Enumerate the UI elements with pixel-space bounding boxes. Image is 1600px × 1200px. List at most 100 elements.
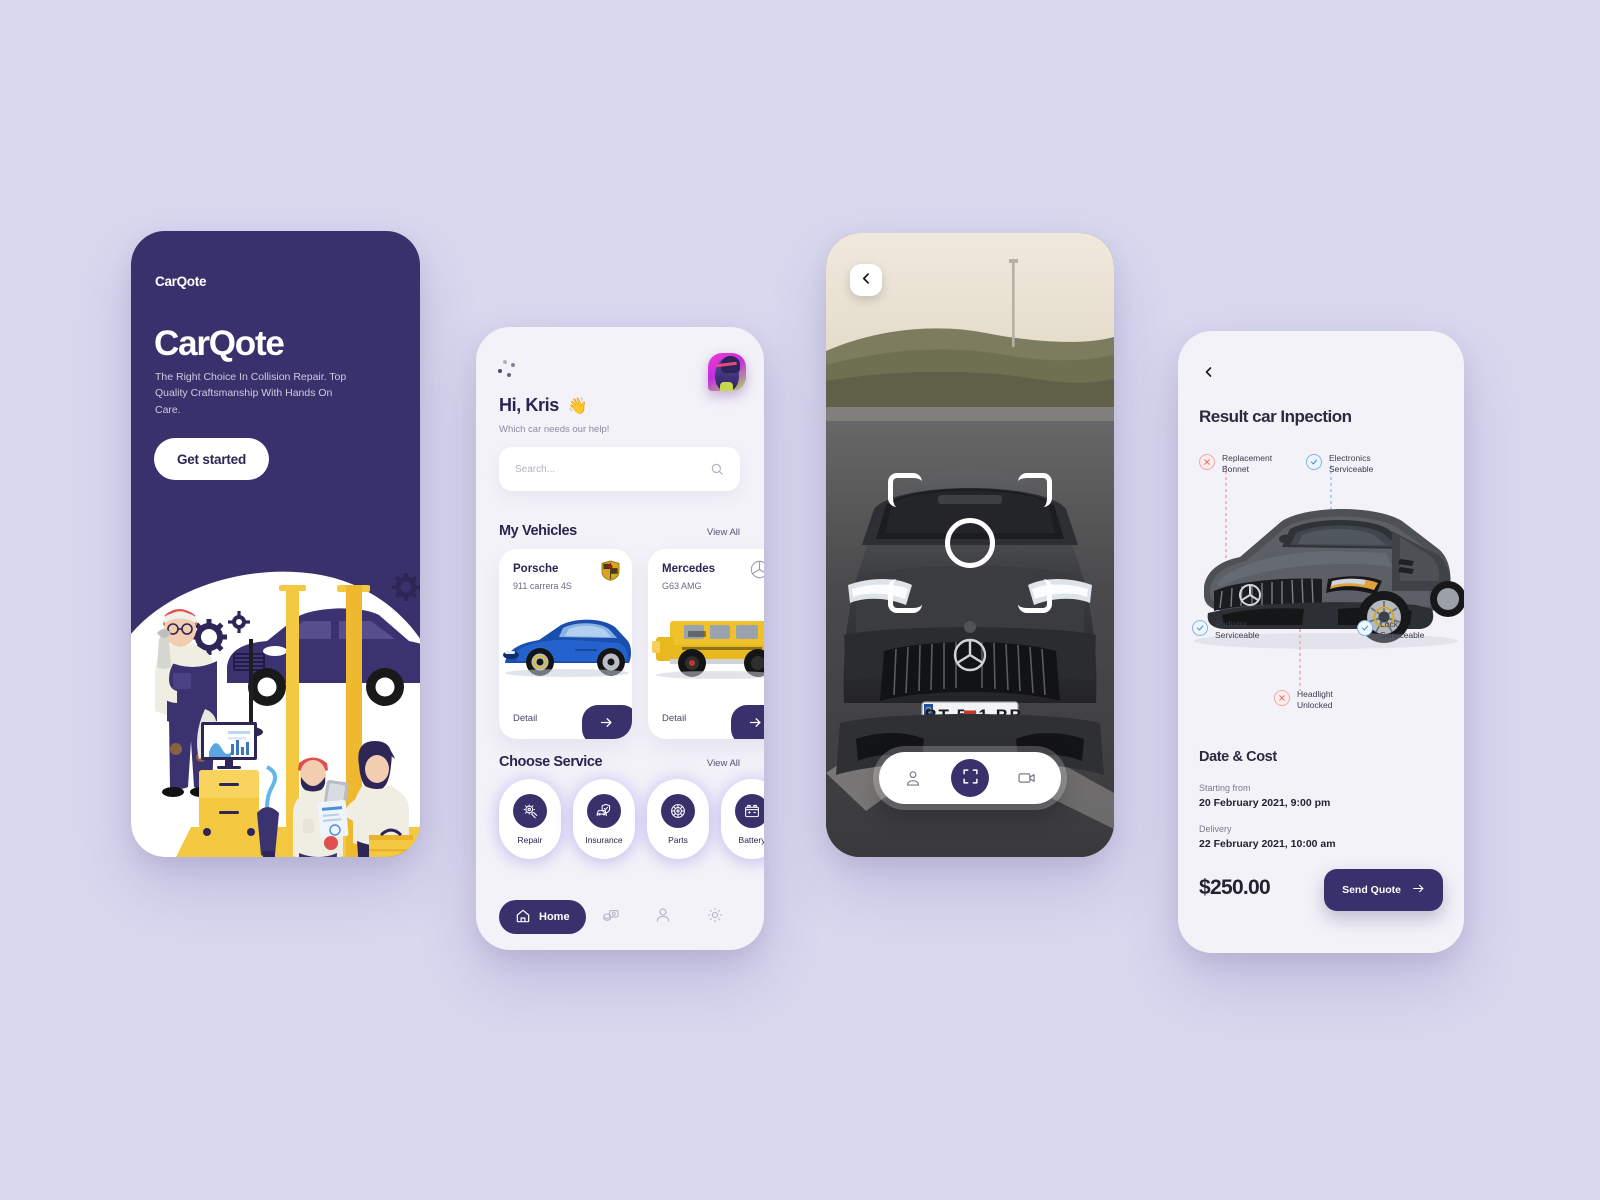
user-icon [654, 906, 672, 929]
gear-icon [706, 906, 724, 929]
inspection-diagram: Replacement Bonnet Electronics Serviceable [1178, 443, 1464, 733]
porsche-crest-icon [601, 560, 620, 581]
vehicle-card-mercedes[interactable]: Mercedes G63 AMG Detail [648, 549, 764, 739]
vehicle-card-porsche[interactable]: Porsche 911 carrera 4S Detail [499, 549, 632, 739]
greeting-label: Hi, Kris [499, 395, 559, 415]
starting-from-value: 20 February 2021, 9:00 pm [1199, 797, 1331, 809]
phone-inspection-result-screen: Result car Inpection Replacement Bonnet … [1178, 331, 1464, 953]
vehicle-image-mercedes [648, 607, 764, 682]
annotation-radiator-serviceable: Radiator Serviceable [1192, 619, 1259, 641]
vehicle-detail-arrow-button[interactable] [582, 705, 632, 739]
annotation-headlight-unlocked: Headlight Unlocked [1274, 689, 1333, 711]
service-item-repair[interactable]: Repair [499, 779, 561, 859]
view-all-services-link[interactable]: View All [707, 758, 740, 769]
battery-icon [735, 793, 764, 828]
profile-pin-icon[interactable] [903, 768, 923, 788]
annotation-text: Replacement Bonnet [1222, 453, 1273, 475]
screenshot-canvas: CarQote CarQote The Right Choice In Coll… [0, 0, 1600, 1200]
service-label: Battery [738, 834, 764, 845]
vehicle-card-list: Porsche 911 carrera 4S Detail Mercedes G… [499, 549, 764, 742]
back-button[interactable] [850, 264, 882, 296]
search-input[interactable] [515, 463, 710, 475]
vehicle-image-porsche [499, 607, 632, 682]
service-item-battery[interactable]: Battery [721, 779, 764, 859]
section-title: Choose Service [499, 754, 603, 770]
bottom-navigation: Home [476, 900, 764, 934]
back-button[interactable] [1199, 363, 1219, 383]
scan-frame-icon [962, 768, 979, 788]
service-list: Repair Insurance Parts Battery [499, 779, 764, 859]
my-vehicles-section-header: My Vehicles View All [499, 523, 740, 539]
app-logo: CarQote [155, 274, 207, 289]
camera-controls-bar [879, 752, 1061, 804]
nav-item-profile[interactable] [637, 906, 689, 929]
check-circle-icon [1306, 454, 1322, 470]
vehicle-detail-arrow-button[interactable] [731, 705, 764, 739]
scan-frame-icon [888, 473, 1052, 613]
starting-from-label: Starting from [1199, 783, 1251, 793]
chevron-left-icon [1203, 366, 1215, 381]
phone-onboarding-screen: CarQote CarQote The Right Choice In Coll… [131, 231, 420, 857]
mercedes-star-icon [750, 560, 764, 580]
phone-camera-scan-screen: SB BT 521 BB [826, 233, 1114, 857]
delivery-row: Delivery 22 February 2021, 10:00 am [1199, 824, 1336, 850]
annotation-electronics-serviceable: Electronics Serviceable [1306, 453, 1373, 475]
view-all-vehicles-link[interactable]: View All [707, 527, 740, 538]
delivery-label: Delivery [1199, 824, 1232, 834]
nav-item-home[interactable]: Home [499, 900, 586, 934]
service-label: Repair [517, 834, 543, 845]
service-item-insurance[interactable]: Insurance [573, 779, 635, 859]
delivery-value: 22 February 2021, 10:00 am [1199, 838, 1336, 850]
check-circle-icon [1357, 620, 1373, 636]
avatar[interactable] [708, 353, 746, 391]
annotation-text: Radiator Serviceable [1215, 619, 1260, 641]
service-label: Insurance [585, 834, 623, 845]
car-shield-icon [587, 793, 621, 828]
annotation-text: Electronics Serviceable [1329, 453, 1374, 475]
video-camera-icon[interactable] [1017, 768, 1037, 788]
starting-from-row: Starting from 20 February 2021, 9:00 pm [1199, 783, 1330, 809]
annotation-replacement-bonnet: Replacement Bonnet [1199, 453, 1272, 475]
capture-button[interactable] [951, 759, 989, 797]
check-circle-icon [1192, 620, 1208, 636]
service-label: Parts [668, 834, 688, 845]
home-icon [515, 908, 531, 927]
vehicle-model: 911 carrera 4S [513, 581, 572, 591]
send-quote-button[interactable]: Send Quote [1324, 869, 1443, 911]
get-started-button[interactable]: Get started [154, 438, 269, 480]
vehicle-detail-label: Detail [513, 713, 538, 724]
loading-dots-icon [498, 360, 520, 382]
nav-label-home: Home [539, 911, 570, 923]
page-title: CarQote [154, 324, 285, 363]
vehicle-name: Porsche [513, 563, 559, 575]
price-total: $250.00 [1199, 876, 1271, 899]
nav-item-payments[interactable] [586, 906, 638, 929]
section-title: My Vehicles [499, 523, 577, 539]
chevron-left-icon [860, 272, 873, 288]
gear-wrench-icon [513, 793, 547, 828]
cash-icon [602, 906, 620, 929]
vehicle-name: Mercedes [662, 563, 716, 575]
choose-service-section-header: Choose Service View All [499, 754, 740, 770]
annotation-text: Lock Serviceable [1380, 619, 1425, 641]
wave-hand-icon: 👋 [567, 397, 588, 415]
x-circle-icon [1274, 690, 1290, 706]
phone-home-screen: Hi, Kris 👋 Which car needs our help! My … [476, 327, 764, 950]
search-bar[interactable] [499, 447, 740, 491]
send-quote-label: Send Quote [1342, 884, 1401, 896]
search-icon[interactable] [710, 462, 724, 476]
garage-illustration [131, 527, 420, 857]
greeting-text: Hi, Kris 👋 [499, 395, 588, 416]
onboarding-subtitle: The Right Choice In Collision Repair. To… [155, 371, 347, 416]
vehicle-model: G63 AMG [662, 581, 702, 591]
service-item-parts[interactable]: Parts [647, 779, 709, 859]
arrow-right-icon [1412, 882, 1425, 898]
date-cost-section-title: Date & Cost [1199, 749, 1277, 765]
vehicle-detail-label: Detail [662, 713, 687, 724]
nav-item-settings[interactable] [689, 906, 741, 929]
x-circle-icon [1199, 454, 1215, 470]
page-title: Result car Inpection [1199, 407, 1352, 426]
annotation-text: Headlight Unlocked [1297, 689, 1333, 711]
tire-icon [661, 793, 695, 828]
greeting-subtitle: Which car needs our help! [499, 424, 610, 435]
